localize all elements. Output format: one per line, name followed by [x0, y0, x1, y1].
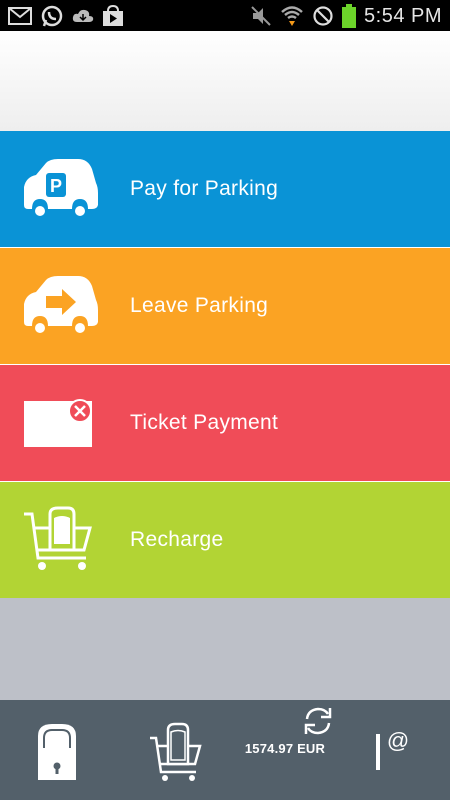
whatsapp-icon	[41, 5, 63, 27]
contact-icon[interactable]: @	[372, 726, 414, 772]
battery-icon	[342, 4, 357, 28]
recharge-cart-icon	[24, 506, 92, 570]
mail-icon	[8, 7, 32, 25]
play-store-icon	[103, 5, 123, 26]
menu-item-recharge[interactable]: Recharge	[0, 482, 450, 598]
cart-icon[interactable]	[148, 722, 202, 782]
system-icons: 5:54 PM	[250, 4, 442, 28]
empty-area	[0, 598, 450, 700]
clock: 5:54 PM	[364, 4, 442, 27]
menu-item-pay-for-parking[interactable]: P Pay for Parking	[0, 131, 450, 247]
ticket-icon	[24, 399, 92, 447]
menu-item-label: Recharge	[130, 528, 224, 551]
status-bar: 5:54 PM	[0, 0, 450, 31]
menu-item-label: Ticket Payment	[130, 411, 279, 434]
notification-icons	[8, 4, 124, 28]
menu-item-leave-parking[interactable]: Leave Parking	[0, 248, 450, 364]
mute-icon	[251, 6, 271, 26]
svg-text:@: @	[387, 728, 409, 753]
lock-icon[interactable]	[34, 722, 80, 782]
menu-item-label: Pay for Parking	[130, 177, 279, 200]
balance-label: 1574.97 EUR	[244, 741, 326, 756]
menu-item-ticket-payment[interactable]: Ticket Payment	[0, 365, 450, 481]
no-sim-icon	[313, 6, 333, 26]
refresh-icon[interactable]	[301, 704, 335, 738]
parking-car-icon: P	[24, 159, 98, 216]
wifi-icon	[281, 6, 303, 26]
svg-text:P: P	[50, 176, 62, 196]
header-area	[0, 31, 450, 131]
bottom-bar: @	[0, 700, 450, 800]
menu-item-label: Leave Parking	[130, 294, 269, 317]
leave-parking-car-icon	[24, 276, 98, 333]
cloud-download-icon	[72, 9, 94, 22]
